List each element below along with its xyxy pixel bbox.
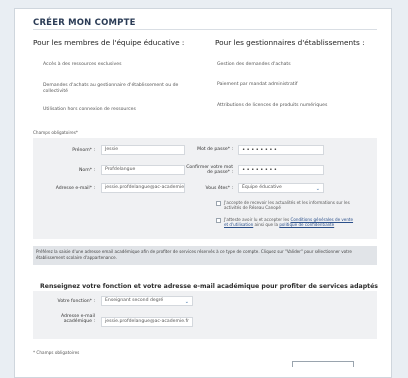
chevron-down-icon: ⌄ xyxy=(315,186,320,192)
cgv-checkbox-label: J'atteste avoir lu et accepter les Condi… xyxy=(224,217,354,227)
info-text: Préférez la saisie d'une adresse email a… xyxy=(36,249,352,260)
role-select[interactable]: Équipe éducative ⌄ xyxy=(238,183,324,193)
password-label: Mot de passe* : xyxy=(197,147,233,152)
function-select-value: Enseignant second degré xyxy=(105,298,164,303)
title-divider xyxy=(33,29,377,30)
lastname-label: Nom* : xyxy=(78,168,95,173)
feature-item: Paiement par mandat administratif xyxy=(217,82,298,87)
academic-email-input[interactable]: jessie.profdelangue@ac-academie.fr xyxy=(101,317,193,327)
academic-section-title: Renseignez votre fonction et votre adres… xyxy=(40,283,378,290)
required-footnote: * Champs obligatoires xyxy=(33,350,80,355)
feature-item: Demandes d'achats au gestionnaire d'étab… xyxy=(43,83,179,94)
function-label: Votre fonction* : xyxy=(57,299,95,304)
function-select[interactable]: Enseignant second degré ⌄ xyxy=(101,296,193,306)
academic-email-info: Préférez la saisie d'une adresse email a… xyxy=(33,246,377,265)
firstname-label: Prénom* : xyxy=(72,148,95,153)
feature-item: Gestion des demandes d'achats xyxy=(217,62,291,67)
managers-heading: Pour les gestionnaires d'établissements … xyxy=(215,38,365,47)
academic-form: Votre fonction* : Enseignant second degr… xyxy=(33,291,377,339)
password-input[interactable]: •••••••• xyxy=(238,145,324,155)
lastname-input[interactable]: Profdelangue xyxy=(101,165,185,175)
cgv-checkbox[interactable] xyxy=(216,218,221,223)
email-input[interactable]: jessie.profdelangue@ac-academie.fr xyxy=(101,183,185,193)
page-title: CRÉER MON COMPTE xyxy=(33,18,136,28)
confirm-password-label: Confirmer votre mot de passe* : xyxy=(186,165,233,175)
privacy-policy-link[interactable]: politique de confidentialité xyxy=(279,222,334,227)
confirm-password-input[interactable]: •••••••• xyxy=(238,165,324,175)
firstname-input[interactable]: Jessie xyxy=(101,145,185,155)
academic-email-label: Adresse e-mail académique : xyxy=(61,314,95,324)
newsletter-checkbox-label: J'accepte de recevoir les actualités et … xyxy=(224,200,350,210)
educational-team-heading: Pour les membres de l'équipe éducative : xyxy=(33,38,185,47)
role-select-value: Équipe éducative xyxy=(242,185,282,190)
role-label: Vous êtes* : xyxy=(205,186,233,191)
required-fields-note: Champs obligatoires* xyxy=(33,130,79,135)
validate-button[interactable] xyxy=(292,361,354,367)
registration-form: Prénom* : Jessie Nom* : Profdelangue Adr… xyxy=(33,138,377,239)
feature-item: Accès à des ressources exclusives xyxy=(43,62,122,67)
newsletter-checkbox[interactable] xyxy=(216,201,221,206)
email-label: Adresse e-mail* : xyxy=(55,186,95,191)
feature-item: Utilisation hors connexion de ressources xyxy=(43,107,136,112)
chevron-down-icon: ⌄ xyxy=(184,299,189,305)
feature-item: Attributions de licences de produits num… xyxy=(217,103,328,108)
